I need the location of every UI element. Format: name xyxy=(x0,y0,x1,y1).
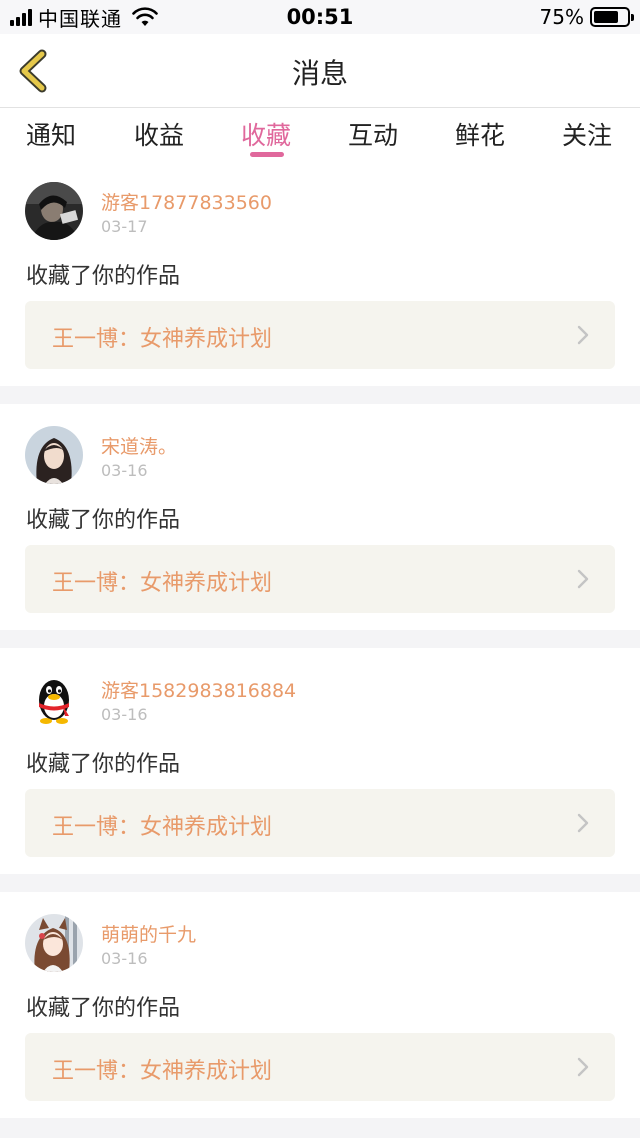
girl-photo-avatar-icon xyxy=(25,426,83,484)
page-title: 消息 xyxy=(291,57,348,90)
penguin-avatar-icon xyxy=(25,670,83,728)
active-tab-indicator xyxy=(250,152,284,157)
battery-percent: 75% xyxy=(539,5,584,29)
action-text: 收藏了你的作品 xyxy=(26,996,181,1021)
work-title: 王一博：女神养成计划 xyxy=(52,1059,273,1084)
work-link[interactable]: 王一博：女神养成计划 xyxy=(25,789,615,857)
user-name[interactable]: 宋道涛。 xyxy=(101,432,177,459)
avatar[interactable] xyxy=(25,670,83,728)
tab-follows[interactable]: 关注 xyxy=(547,116,627,152)
tab-earnings[interactable]: 收益 xyxy=(119,116,199,152)
work-title: 王一博：女神养成计划 xyxy=(52,327,273,352)
message-date: 03-16 xyxy=(101,461,148,480)
work-title: 王一博：女神养成计划 xyxy=(52,571,273,596)
message-date: 03-17 xyxy=(101,217,148,236)
action-text: 收藏了你的作品 xyxy=(26,752,181,777)
tab-flowers[interactable]: 鲜花 xyxy=(440,116,520,152)
work-title: 王一博：女神养成计划 xyxy=(52,815,273,840)
chevron-right-icon xyxy=(577,1057,589,1077)
list-item: 萌萌的千九 03-16 收藏了你的作品 王一博：女神养成计划 xyxy=(0,892,640,1118)
avatar[interactable] xyxy=(25,914,83,972)
chevron-right-icon xyxy=(577,569,589,589)
anime-girl-avatar-icon xyxy=(25,914,83,972)
action-text: 收藏了你的作品 xyxy=(26,264,181,289)
action-text: 收藏了你的作品 xyxy=(26,508,181,533)
work-link[interactable]: 王一博：女神养成计划 xyxy=(25,1033,615,1101)
message-date: 03-16 xyxy=(101,949,148,968)
chevron-right-icon xyxy=(577,813,589,833)
user-name[interactable]: 游客17877833560 xyxy=(101,188,272,215)
list-item: 游客17877833560 03-17 收藏了你的作品 王一博：女神养成计划 xyxy=(0,160,640,386)
tab-notifications[interactable]: 通知 xyxy=(11,116,91,152)
list-item: 游客1582983816884 03-16 收藏了你的作品 王一博：女神养成计划 xyxy=(0,648,640,874)
work-link[interactable]: 王一博：女神养成计划 xyxy=(25,301,615,369)
message-date: 03-16 xyxy=(101,705,148,724)
user-name[interactable]: 游客1582983816884 xyxy=(101,676,296,703)
user-name[interactable]: 萌萌的千九 xyxy=(101,920,196,947)
work-link[interactable]: 王一博：女神养成计划 xyxy=(25,545,615,613)
tab-bar: 通知 收益 收藏 互动 鲜花 关注 xyxy=(0,108,640,160)
tab-interactions[interactable]: 互动 xyxy=(333,116,413,152)
battery-icon xyxy=(590,7,634,27)
tab-favorites[interactable]: 收藏 xyxy=(226,116,306,152)
avatar[interactable] xyxy=(25,426,83,484)
avatar[interactable] xyxy=(25,182,83,240)
list-item: 宋道涛。 03-16 收藏了你的作品 王一博：女神养成计划 xyxy=(0,404,640,630)
chevron-right-icon xyxy=(577,325,589,345)
status-bar: 中国联通 00:51 75% xyxy=(0,0,640,34)
dark-photo-avatar-icon xyxy=(25,182,83,240)
navigation-bar: 消息 xyxy=(0,34,640,108)
